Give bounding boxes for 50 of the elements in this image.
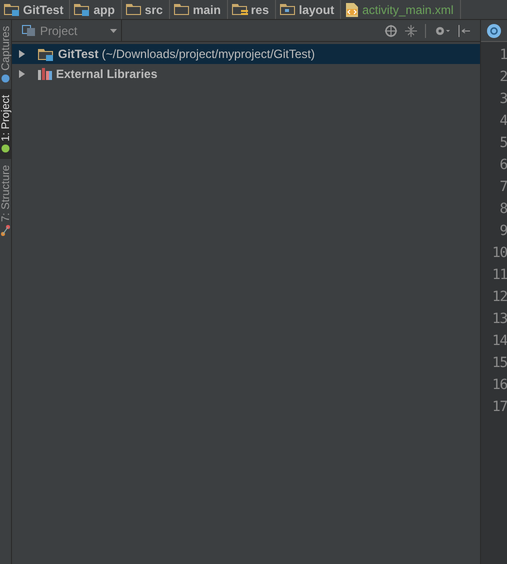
line-number: 8 <box>500 200 507 219</box>
line-number: 1 <box>500 46 507 65</box>
class-file-icon <box>487 24 501 38</box>
structure-icon <box>1 224 10 236</box>
line-number: 6 <box>500 156 507 175</box>
breadcrumb-item[interactable]: main <box>170 0 228 19</box>
breadcrumb-item[interactable]: activity_main.xml <box>341 0 461 19</box>
line-number: 3 <box>500 90 507 109</box>
tree-row[interactable]: GitTest (~/Downloads/project/myproject/GitTest) <box>12 44 480 64</box>
resource-folder-icon <box>232 3 248 16</box>
breadcrumb-item[interactable]: layout <box>276 0 342 19</box>
collapsed-arrow-icon <box>18 50 26 58</box>
folder-icon <box>126 3 142 16</box>
line-number: 16 <box>492 376 507 395</box>
dropdown-caret-icon <box>110 28 117 32</box>
line-number: 5 <box>500 134 507 153</box>
project-view-icon <box>22 25 36 36</box>
line-number: 13 <box>492 310 507 329</box>
view-selector[interactable]: Project <box>12 20 122 41</box>
breadcrumb-item[interactable]: src <box>122 0 170 19</box>
side-tab[interactable]: 1: Project <box>0 88 11 160</box>
editor-tab[interactable] <box>481 20 507 42</box>
side-tab[interactable]: 7: Structure <box>0 159 11 242</box>
breadcrumb-item[interactable]: app <box>70 0 122 19</box>
line-number: 12 <box>492 288 507 307</box>
library-books-icon <box>38 68 52 80</box>
side-tab[interactable]: Captures <box>0 20 11 89</box>
hide-panel-icon[interactable] <box>458 24 470 36</box>
tree-row[interactable]: External Libraries <box>12 64 480 84</box>
line-number: 2 <box>500 68 507 87</box>
breadcrumb-item[interactable]: GitTest <box>0 0 70 19</box>
collapsed-arrow-icon <box>18 70 26 78</box>
collapse-all-icon[interactable] <box>405 24 417 36</box>
layout-folder-icon <box>280 3 296 16</box>
module-folder-icon <box>74 3 90 16</box>
module-folder-icon <box>38 48 54 60</box>
line-number: 10 <box>492 244 507 263</box>
module-folder-icon <box>4 3 20 16</box>
line-number: 9 <box>500 222 507 241</box>
line-number: 4 <box>500 112 507 131</box>
xml-file-icon <box>345 2 360 16</box>
line-number: 14 <box>492 332 507 351</box>
line-number: 15 <box>492 354 507 373</box>
breadcrumb-item[interactable]: res <box>228 0 276 19</box>
line-number: 11 <box>492 266 507 285</box>
line-number: 17 <box>492 398 507 417</box>
settings-icon[interactable] <box>434 24 450 36</box>
folder-icon <box>174 3 190 16</box>
line-number: 7 <box>500 178 507 197</box>
crosshair-icon[interactable] <box>385 24 397 36</box>
